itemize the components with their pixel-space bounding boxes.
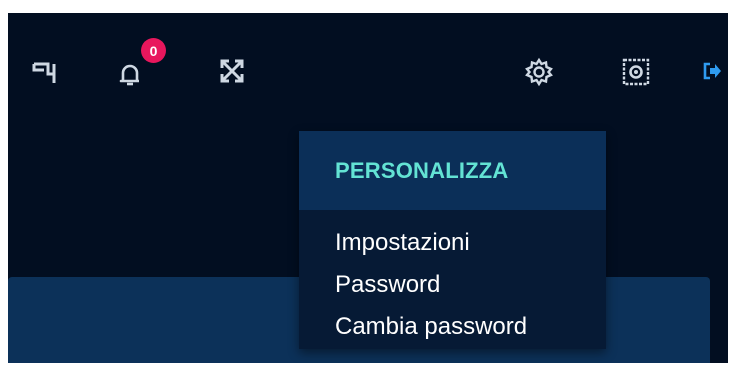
- app-window: 0 PERSONALIZZA Impostazioni Password Cam…: [8, 13, 728, 363]
- logout-icon[interactable]: [701, 60, 723, 82]
- flag-icon[interactable]: [30, 57, 58, 85]
- customize-dropdown: PERSONALIZZA Impostazioni Password Cambi…: [299, 131, 606, 349]
- expand-icon[interactable]: [218, 57, 246, 85]
- menu-item-cambia-password[interactable]: Cambia password: [299, 306, 606, 348]
- gear-icon[interactable]: [523, 56, 555, 88]
- menu-item-impostazioni[interactable]: Impostazioni: [299, 222, 606, 264]
- dropdown-header: PERSONALIZZA: [299, 131, 606, 210]
- bell-icon[interactable]: [115, 59, 145, 89]
- dropdown-list: Impostazioni Password Cambia password: [299, 210, 606, 348]
- dropdown-title: PERSONALIZZA: [335, 157, 509, 183]
- menu-item-password[interactable]: Password: [299, 264, 606, 306]
- notification-badge: 0: [141, 38, 166, 63]
- camera-icon[interactable]: [621, 57, 651, 87]
